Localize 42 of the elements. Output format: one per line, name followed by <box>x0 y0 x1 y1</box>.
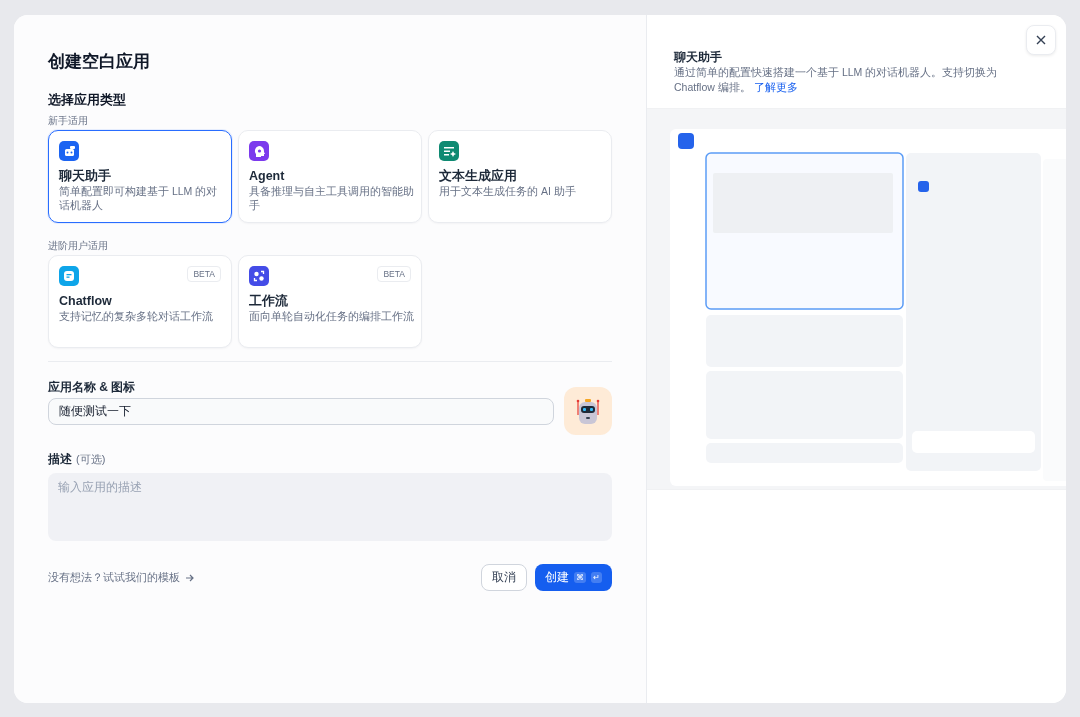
shortcut-key: ↵ <box>591 572 602 583</box>
field-label: 描述 <box>48 451 72 467</box>
field-label: 应用名称 & 图标 <box>48 379 137 395</box>
group-label: 新手适用 <box>48 114 89 127</box>
card-title: Agent <box>249 169 286 184</box>
shortcut-key: ⌘ <box>574 572 586 583</box>
learn-more-link[interactable]: 了解更多 <box>753 81 798 93</box>
card-title: 工作流 <box>249 294 289 309</box>
card-title: 聊天助手 <box>59 169 112 184</box>
app-icon-button[interactable] <box>564 387 612 435</box>
card-description: 简单配置即可构建基于 LLM 的对话机器人 <box>59 184 219 212</box>
cancel-button[interactable]: 取消 <box>481 564 527 591</box>
close-icon <box>1035 34 1047 46</box>
create-button[interactable]: 创建 ⌘ ↵ <box>535 564 612 591</box>
template-link[interactable]: 没有想法？试试我们的模板 <box>48 570 195 585</box>
info-description: 通过简单的配置快速搭建一个基于 LLM 的对话机器人。支持切换为 Chatflow 编排。 了解更多 <box>674 65 999 95</box>
section-label: 选择应用类型 <box>48 92 127 108</box>
app-type-card[interactable]: BETA Chatflow 支持记忆的复杂多轮对话工作流 <box>48 255 232 348</box>
card-description: 面向单轮自动化任务的编排工作流 <box>249 309 415 323</box>
app-type-card[interactable]: 聊天助手 简单配置即可构建基于 LLM 的对话机器人 <box>48 130 232 223</box>
group-label: 进阶用户适用 <box>48 239 109 252</box>
workflow-icon <box>249 266 269 286</box>
info-title: 聊天助手 <box>674 49 723 65</box>
text-sparkle-icon <box>439 141 459 161</box>
app-type-card[interactable]: Agent 具备推理与自主工具调用的智能助手 <box>238 130 422 223</box>
name-field[interactable]: 随便测试一下 <box>48 397 554 425</box>
card-description: 支持记忆的复杂多轮对话工作流 <box>59 309 214 323</box>
optional-hint: (可选) <box>76 452 106 467</box>
card-description: 具备推理与自主工具调用的智能助手 <box>249 184 415 212</box>
robot-icon <box>59 141 79 161</box>
card-description: 用于文本生成任务的 AI 助手 <box>439 184 577 198</box>
chat-bubble-icon <box>59 266 79 286</box>
description-field[interactable]: 输入应用的描述 <box>48 473 612 541</box>
beta-badge: BETA <box>377 266 411 282</box>
beta-badge: BETA <box>187 266 221 282</box>
arrow-right-icon <box>185 572 195 583</box>
card-title: 文本生成应用 <box>439 169 518 184</box>
dialog-title: 创建空白应用 <box>48 51 151 73</box>
app-type-card[interactable]: 文本生成应用 用于文本生成任务的 AI 助手 <box>428 130 612 223</box>
head-icon <box>249 141 269 161</box>
app-type-card[interactable]: BETA 工作流 面向单轮自动化任务的编排工作流 <box>238 255 422 348</box>
card-title: Chatflow <box>59 294 113 309</box>
